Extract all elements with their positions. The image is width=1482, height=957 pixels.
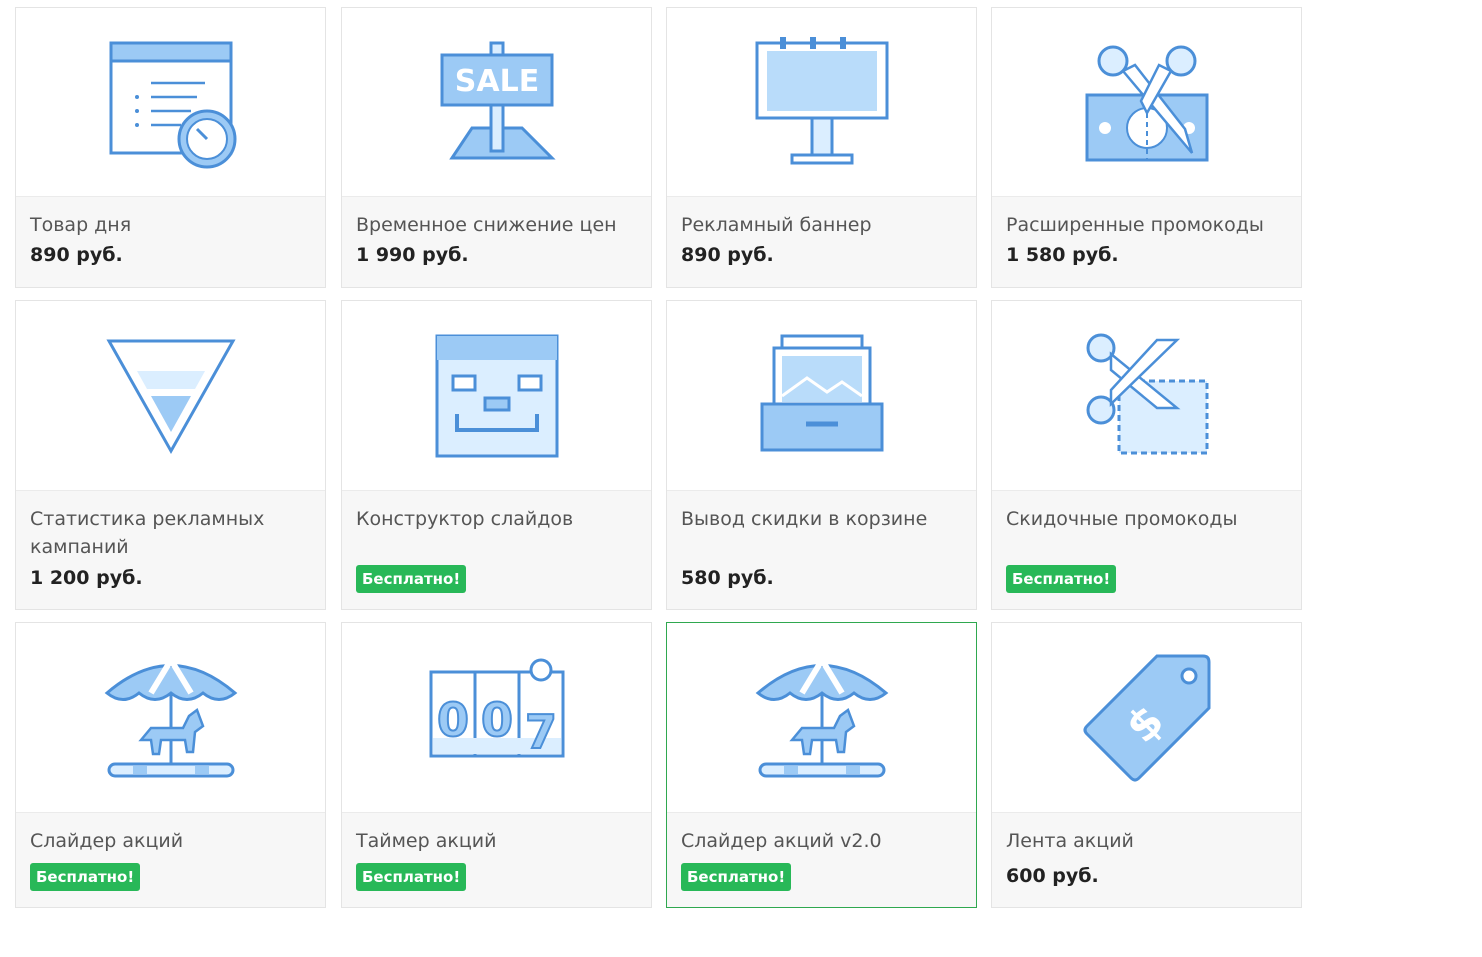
pixel-face-icon [342, 301, 651, 491]
product-title: Временное снижение цен [356, 214, 617, 236]
free-badge: Бесплатно! [356, 565, 467, 593]
card-footer: Слайдер акций v2.0 Бесплатно! [667, 812, 976, 907]
product-price: 1 580 руб. [1006, 244, 1119, 266]
svg-text:SALE: SALE [454, 64, 538, 99]
product-price: 890 руб. [30, 244, 123, 266]
card-footer: Скидочные промокоды Бесплатно! [992, 490, 1301, 609]
card-footer: Вывод скидки в корзине 580 руб. [667, 490, 976, 609]
product-price: 890 руб. [681, 244, 774, 266]
product-card-promo-feed[interactable]: $ Лента акций 600 руб. [991, 622, 1302, 908]
product-card-slide-builder[interactable]: Конструктор слайдов Бесплатно! [341, 300, 652, 610]
counter-digit: 0 [480, 693, 512, 747]
carousel-icon [667, 623, 976, 813]
product-card-cart-discount[interactable]: Вывод скидки в корзине 580 руб. [666, 300, 977, 610]
product-card-discount-promocodes[interactable]: Скидочные промокоды Бесплатно! [991, 300, 1302, 610]
counter-digit: 7 [524, 705, 556, 759]
product-title: Статистика рекламных кампаний [30, 508, 265, 558]
product-title: Скидочные промокоды [1006, 508, 1238, 530]
product-title: Слайдер акций v2.0 [681, 830, 882, 852]
sale-sign-icon: SALE [342, 8, 651, 198]
product-card-product-of-day[interactable]: Товар дня 890 руб. [15, 7, 326, 288]
card-footer: Слайдер акций Бесплатно! [16, 812, 325, 907]
billboard-icon [667, 8, 976, 198]
card-footer: Временное снижение цен 1 990 руб. [342, 196, 651, 287]
card-footer: Статистика рекламных кампаний 1 200 руб. [16, 490, 325, 609]
product-title: Вывод скидки в корзине [681, 508, 928, 530]
cut-money-icon [992, 8, 1301, 198]
product-title: Слайдер акций [30, 830, 184, 852]
product-grid: Товар дня 890 руб. SALE Временное снижен… [0, 0, 1482, 957]
product-title: Товар дня [30, 214, 132, 236]
photo-drawer-icon [667, 301, 976, 491]
product-card-temporary-price-drop[interactable]: SALE Временное снижение цен 1 990 руб. [341, 7, 652, 288]
calendar-clock-icon [16, 8, 325, 198]
card-footer: Товар дня 890 руб. [16, 196, 325, 287]
card-footer: Таймер акций Бесплатно! [342, 812, 651, 907]
product-price: 580 руб. [681, 567, 774, 589]
card-footer: Конструктор слайдов Бесплатно! [342, 490, 651, 609]
carousel-icon [16, 623, 325, 813]
product-title: Таймер акций [356, 830, 497, 852]
flip-counter-icon: 0 0 7 [342, 623, 651, 813]
card-footer: Рекламный баннер 890 руб. [667, 196, 976, 287]
product-title: Конструктор слайдов [356, 508, 574, 530]
product-card-campaign-stats[interactable]: Статистика рекламных кампаний 1 200 руб. [15, 300, 326, 610]
card-footer: Лента акций 600 руб. [992, 812, 1301, 907]
funnel-icon [16, 301, 325, 491]
card-footer: Расширенные промокоды 1 580 руб. [992, 196, 1301, 287]
free-badge: Бесплатно! [1006, 565, 1117, 593]
free-badge: Бесплатно! [681, 863, 792, 891]
price-tag-icon: $ [992, 623, 1301, 813]
free-badge: Бесплатно! [356, 863, 467, 891]
product-price: 1 200 руб. [30, 567, 143, 589]
product-title: Рекламный баннер [681, 214, 872, 236]
product-title: Лента акций [1006, 830, 1134, 852]
product-card-ad-banner[interactable]: Рекламный баннер 890 руб. [666, 7, 977, 288]
free-badge: Бесплатно! [30, 863, 141, 891]
product-title: Расширенные промокоды [1006, 214, 1264, 236]
scissors-coupon-icon [992, 301, 1301, 491]
counter-digit: 0 [436, 693, 468, 747]
product-card-extended-promocodes[interactable]: Расширенные промокоды 1 580 руб. [991, 7, 1302, 288]
product-price: 600 руб. [1006, 865, 1099, 887]
product-card-promo-slider[interactable]: Слайдер акций Бесплатно! [15, 622, 326, 908]
product-card-promo-slider-v2[interactable]: Слайдер акций v2.0 Бесплатно! [666, 622, 977, 908]
product-card-promo-timer[interactable]: 0 0 7 Таймер акций Бесплатно! [341, 622, 652, 908]
product-price: 1 990 руб. [356, 244, 469, 266]
